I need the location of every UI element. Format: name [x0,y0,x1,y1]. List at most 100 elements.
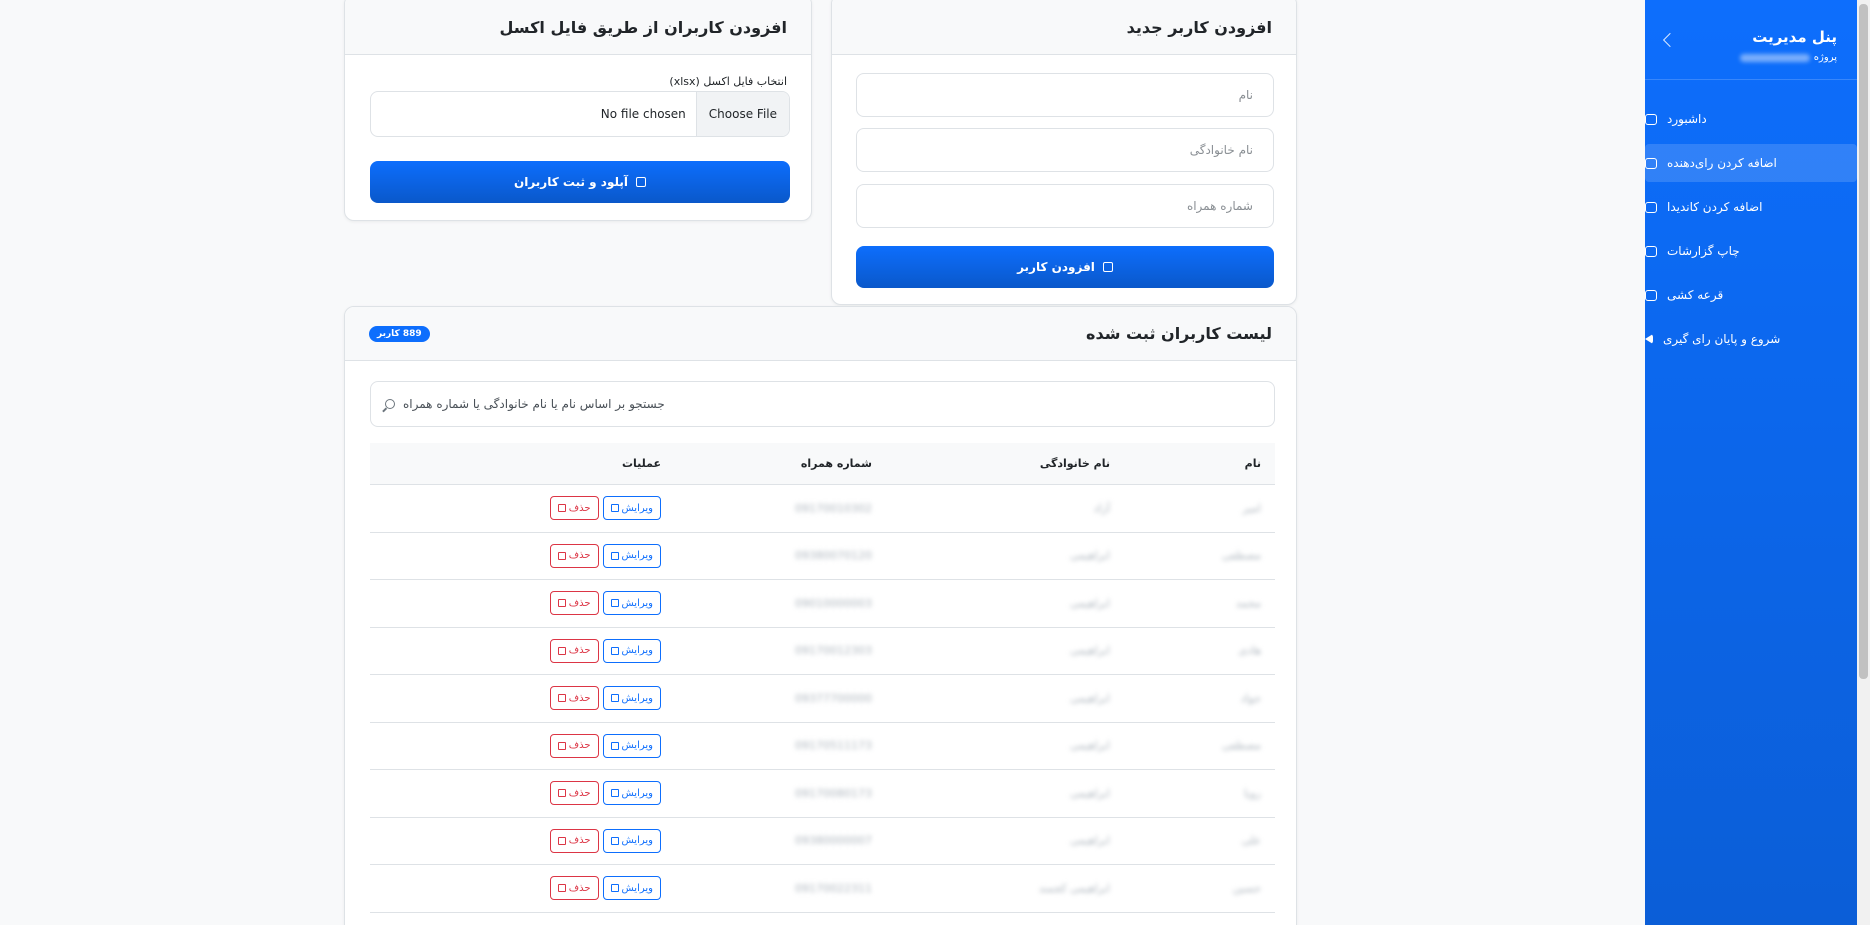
sidebar-item-label: قرعه کشی [1667,288,1724,302]
delete-button[interactable]: حذف [549,543,599,568]
cell-phone: 09010000003 [795,580,872,627]
cell-operations: ویرایش حذف [549,628,661,675]
delete-button[interactable]: حذف [549,638,599,663]
cell-family: ابراهیمی کجمند [1039,865,1110,912]
cell-family: ابراهیمی [1070,675,1110,722]
trash-icon [557,551,566,560]
table-row: هادی ابراهیمی 09170012303 ویرایش حذف [370,628,1275,675]
person-plus-icon [1102,262,1113,272]
sidebar: پنل مدیریت پروژه داشبورد اضافه کردن رای‌د… [1645,0,1870,925]
bar-chart-icon [1645,245,1657,257]
excel-upload-card: افزودن کاربران از طریق فایل اکسل انتخاب … [344,0,812,221]
delete-button-label: حذف [568,835,591,847]
users-table: نام نام خانوادگی شماره همراه عملیات امیر… [370,443,1275,913]
cell-family: ابراهیمی [1070,770,1110,817]
name-input[interactable]: نام [856,73,1274,117]
phone-input[interactable]: شماره همراه [856,184,1274,228]
add-user-title: افزودن کاربر جدید [1126,18,1272,37]
sidebar-item-5[interactable]: شروع و پایان رای گیری [1645,320,1857,358]
edit-button[interactable]: ویرایش [602,543,661,568]
edit-button[interactable]: ویرایش [602,638,661,663]
cell-name: مصطفی [1222,533,1261,580]
phone-value: 09170080173 [795,786,872,800]
sidebar-item-label: شروع و پایان رای گیری [1663,332,1781,346]
delete-button-label: حذف [568,597,591,609]
family-value: ابراهیمی کجمند [1038,881,1110,895]
name-value: مصطفی [1221,739,1261,753]
pencil-icon [610,694,619,703]
edit-button[interactable]: ویرایش [602,733,661,758]
speedometer-icon [1645,113,1657,125]
delete-button[interactable]: حذف [549,591,599,616]
pencil-icon [610,884,619,893]
delete-button[interactable]: حذف [549,828,599,853]
cell-name: محمد [1236,580,1261,627]
sidebar-item-3[interactable]: چاپ گزارشات [1645,232,1857,270]
search-icon [385,399,395,409]
cell-phone: 09170022311 [795,865,872,912]
sidebar-item-2[interactable]: اضافه کردن کاندیدا [1645,188,1857,226]
phone-value: 09170511173 [795,739,872,753]
upload-users-button[interactable]: آپلود و ثبت کاربران [370,161,790,203]
edit-button[interactable]: ویرایش [602,876,661,901]
cell-family: آزاد [1094,485,1110,532]
pencil-icon [610,646,619,655]
cell-name: رویا [1244,770,1261,817]
sidebar-item-0[interactable]: داشبورد [1645,100,1857,138]
cell-family: ابراهیمی [1070,628,1110,675]
pencil-icon [610,599,619,608]
edit-button[interactable]: ویرایش [602,686,661,711]
sidebar-item-4[interactable]: قرعه کشی [1645,276,1857,314]
cell-name: امیر [1243,485,1261,532]
add-user-card: افزودن کاربر جدید نام نام خانوادگی شماره… [831,0,1297,305]
table-row: رویا ابراهیمی 09170080173 ویرایش حذف [370,770,1275,818]
cell-operations: ویرایش حذف [549,723,661,770]
edit-button[interactable]: ویرایش [602,496,661,521]
scrollbar-thumb[interactable] [1859,4,1868,679]
cell-name: علی [1242,818,1261,865]
users-list-card: لیست کاربران ثبت شده 889 کاربر جستجو بر … [344,306,1297,925]
add-user-button[interactable]: افزودن کاربر [856,246,1274,288]
trash-icon [557,741,566,750]
delete-button[interactable]: حذف [549,781,599,806]
cell-family: ابراهیمی [1070,533,1110,580]
list-title: لیست کاربران ثبت شده [1086,324,1272,343]
cell-phone: 09377700000 [795,675,872,722]
family-input[interactable]: نام خانوادگی [856,128,1274,172]
edit-button-label: ویرایش [621,787,653,799]
col-family: نام خانوادگی [1039,457,1110,470]
delete-button-label: حذف [568,550,591,562]
cell-operations: ویرایش حذف [549,818,661,865]
shuffle-icon [1645,289,1657,301]
name-value: مصطفی [1221,549,1261,563]
cell-operations: ویرایش حذف [549,533,661,580]
table-row: مصطفی ابراهیمی 09170511173 ویرایش حذف [370,723,1275,770]
edit-button[interactable]: ویرایش [602,828,661,853]
choose-file-button[interactable]: Choose File [695,92,789,136]
cell-family: ابراهیمی [1070,580,1110,627]
delete-button-label: حذف [568,882,591,894]
delete-button[interactable]: حذف [549,496,599,521]
sidebar-collapse-icon[interactable] [1662,32,1678,48]
delete-button[interactable]: حذف [549,733,599,758]
edit-button-label: ویرایش [621,835,653,847]
sidebar-item-label: اضافه کردن کاندیدا [1667,200,1763,214]
pencil-icon [610,551,619,560]
table-header: نام نام خانوادگی شماره همراه عملیات [370,443,1275,485]
delete-button[interactable]: حذف [549,876,599,901]
search-input[interactable]: جستجو بر اساس نام یا نام خانوادگی یا شما… [370,381,1275,427]
name-value: محمد [1235,596,1261,610]
edit-button[interactable]: ویرایش [602,591,661,616]
edit-button-label: ویرایش [621,692,653,704]
name-value: امیر [1242,501,1261,515]
excel-title: افزودن کاربران از طریق فایل اکسل [499,18,787,37]
file-input[interactable]: Choose File No file chosen [370,91,790,137]
col-operations: عملیات [621,457,661,470]
name-value: حسین [1232,881,1261,895]
edit-button[interactable]: ویرایش [602,781,661,806]
scrollbar[interactable] [1857,0,1870,925]
sidebar-inner: پنل مدیریت پروژه داشبورد اضافه کردن رای‌د… [1645,0,1857,925]
table-row: حسین ابراهیمی کجمند 09170022311 ویرایش حذف [370,865,1275,913]
sidebar-item-1[interactable]: اضافه کردن رای‌دهنده [1645,144,1857,182]
delete-button[interactable]: حذف [549,686,599,711]
